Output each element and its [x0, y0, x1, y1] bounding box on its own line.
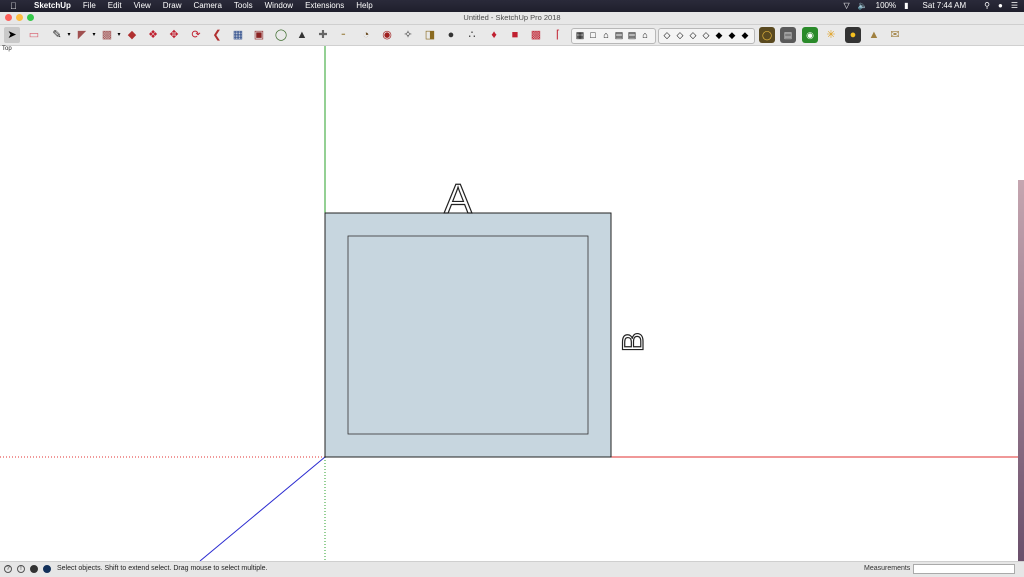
menu-tools[interactable]: Tools [228, 0, 259, 12]
measurements-input[interactable] [913, 564, 1015, 574]
menu-window[interactable]: Window [259, 0, 299, 12]
eraser-tool-icon[interactable]: ▭ [26, 27, 42, 43]
outer-rectangle-face[interactable] [324, 212, 612, 458]
blue-axis [199, 456, 326, 561]
menu-draw[interactable]: Draw [157, 0, 188, 12]
volume-icon[interactable]: 🔈 [854, 0, 872, 12]
text-tool-icon[interactable]: ▲ [294, 27, 310, 43]
scale-tool-icon[interactable]: ❮ [209, 27, 225, 43]
geo-location-icon[interactable]: ? [4, 565, 12, 573]
measurements-label: Measurements [864, 565, 911, 572]
roof-tool-icon[interactable]: ▲ [866, 27, 882, 43]
protractor-tool-icon[interactable]: ◔ [358, 27, 374, 43]
style-builder-icon[interactable]: ⌈ [550, 27, 566, 43]
menubar-clock[interactable]: Sat 7:44 AM [913, 0, 981, 12]
credits-icon[interactable]: ! [17, 565, 25, 573]
left-view-icon[interactable]: ⌂ [637, 27, 653, 43]
view-name-label: Top [2, 46, 12, 52]
status-bar: ? ! Select objects. Shift to extend sele… [0, 561, 1024, 577]
3d-text-a[interactable]: A [443, 174, 472, 222]
user-icon[interactable]: ● [994, 0, 1007, 12]
status-message: Select objects. Shift to extend select. … [57, 565, 268, 572]
battery-percent[interactable]: 100% [872, 0, 900, 12]
layout-icon[interactable]: ▩ [528, 27, 544, 43]
desktop-edge [1018, 180, 1024, 561]
spotlight-icon[interactable]: ⚲ [980, 0, 994, 12]
footprints-icon[interactable]: ∴ [464, 27, 480, 43]
window-title: Untitled - SketchUp Pro 2018 [463, 13, 561, 22]
3d-warehouse-icon[interactable]: ♦ [486, 27, 502, 43]
window-titlebar: Untitled - SketchUp Pro 2018 [0, 12, 1024, 25]
plugin-go-icon[interactable]: ◉ [802, 27, 818, 43]
menu-file[interactable]: File [77, 0, 102, 12]
walk-tool-icon[interactable]: ● [443, 27, 459, 43]
pan-tool-icon[interactable]: ✧ [400, 27, 416, 43]
dimension-tool-icon[interactable]: ╴ [337, 27, 353, 43]
light-bulb-icon[interactable]: ● [845, 27, 861, 43]
plugin-ring-icon[interactable]: ◯ [759, 27, 775, 43]
modeling-viewport[interactable]: A B [0, 46, 1024, 561]
menu-help[interactable]: Help [350, 0, 378, 12]
menu-camera[interactable]: Camera [187, 0, 227, 12]
battery-icon[interactable]: ▮ [900, 0, 912, 12]
orbit-tool-icon[interactable]: ◉ [379, 27, 395, 43]
menu-edit[interactable]: Edit [102, 0, 128, 12]
push-pull-tool-icon[interactable]: ◆ [124, 27, 140, 43]
status-menus: ▽ 🔈 100% ▮ Sat 7:44 AM ⚲ ● ☰ [840, 0, 1024, 12]
plugin-panel-icon[interactable]: ▤ [780, 27, 796, 43]
move-tool-icon[interactable]: ✥ [166, 27, 182, 43]
extension-warehouse-icon[interactable]: ■ [507, 27, 523, 43]
rotate-tool-icon[interactable]: ⟳ [188, 27, 204, 43]
select-tool-icon[interactable]: ➤ [4, 27, 20, 43]
help-instructor-icon[interactable] [43, 565, 51, 573]
toolbar: ➤ ▭ ✎ ▾ ◤ ▾ ▩ ▾ ◆ ❖ ✥ ⟳ ❮ ▦ ▣ ◯ ▲ ✚ ╴ ◔ … [0, 25, 1024, 46]
notification-center-icon[interactable]: ☰ [1007, 0, 1024, 12]
menu-app-name[interactable]: SketchUp [28, 0, 77, 12]
monochrome-style-icon[interactable]: ◆ [737, 27, 753, 43]
account-icon[interactable] [30, 565, 38, 573]
mail-icon[interactable]: ✉ [887, 27, 903, 43]
axes-tool-icon[interactable]: ✚ [315, 27, 331, 43]
macos-menubar:  SketchUp File Edit View Draw Camera To… [0, 0, 1024, 12]
tape-measure-icon[interactable]: ◯ [273, 27, 289, 43]
make-component-icon[interactable]: ▣ [251, 27, 267, 43]
model-canvas[interactable]: A B [0, 46, 1024, 561]
apple-icon[interactable]:  [10, 0, 20, 12]
plugin-spark-icon[interactable]: ✳ [823, 27, 839, 43]
follow-me-tool-icon[interactable]: ❖ [145, 27, 161, 43]
paint-bucket-icon[interactable]: ▦ [230, 27, 246, 43]
wifi-icon[interactable]: ▽ [840, 0, 854, 12]
3d-text-b[interactable]: B [616, 331, 650, 352]
menu-view[interactable]: View [128, 0, 157, 12]
menu-extensions[interactable]: Extensions [299, 0, 350, 12]
section-plane-icon[interactable]: ◨ [422, 27, 438, 43]
